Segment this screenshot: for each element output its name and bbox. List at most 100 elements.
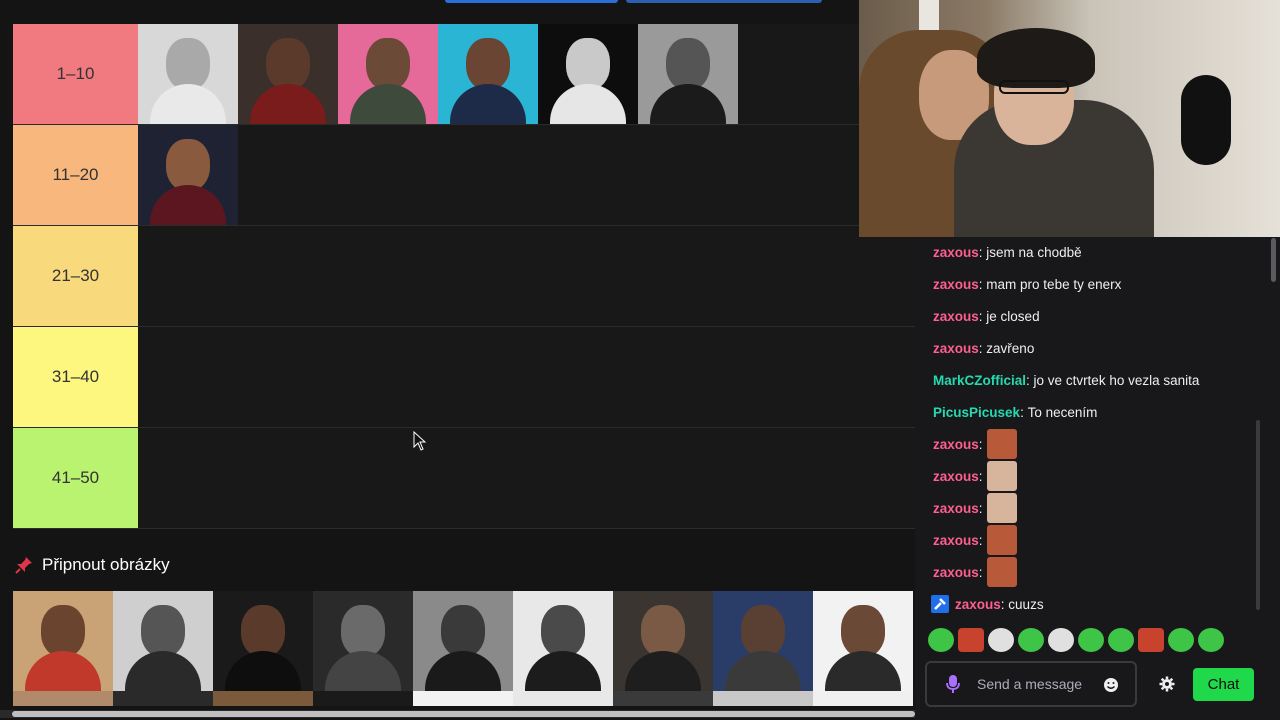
pool-portrait[interactable] <box>13 591 113 691</box>
mouse-cursor-icon <box>413 431 427 451</box>
chat-message: zaxous: cuuzs <box>931 588 1263 620</box>
chat-message: zaxous: <box>933 524 1263 556</box>
chat-username[interactable]: zaxous <box>933 469 979 484</box>
chat-message: zaxous: je closed <box>933 308 1040 324</box>
pushpin-icon <box>15 557 32 574</box>
chat-message: zaxous: zavřeno <box>933 340 1035 356</box>
pool-portrait[interactable] <box>413 691 513 706</box>
tier-label: 1–10 <box>13 24 138 124</box>
pin-images-heading: Připnout obrázky <box>14 553 170 577</box>
pool-portrait[interactable] <box>313 591 413 691</box>
emote-icon[interactable] <box>1078 628 1104 652</box>
pool-portrait[interactable] <box>713 691 813 706</box>
rapper-portrait[interactable] <box>238 24 338 124</box>
tier-row-3[interactable]: 21–30 <box>13 226 915 327</box>
chat-username[interactable]: zaxous <box>933 341 979 356</box>
chat-text: jsem na chodbě <box>986 244 1082 260</box>
chat-send-button[interactable]: Chat <box>1193 668 1254 701</box>
pool-portrait[interactable] <box>613 691 713 706</box>
rapper-portrait[interactable] <box>338 24 438 124</box>
emote-icon[interactable] <box>928 628 954 652</box>
chat-username[interactable]: zaxous <box>933 565 979 580</box>
chat-username[interactable]: MarkCZofficial <box>933 373 1026 388</box>
emote-icon <box>986 461 1017 491</box>
chat-username[interactable]: zaxous <box>933 533 979 548</box>
pool-portrait[interactable] <box>613 591 713 691</box>
chat-message: zaxous: mam pro tebe ty enerx <box>933 276 1122 292</box>
chat-text: zavřeno <box>986 340 1035 356</box>
chat-text: jo ve ctvrtek ho vezla sanita <box>1033 372 1200 388</box>
chat-username[interactable]: zaxous <box>933 501 979 516</box>
rapper-portrait[interactable] <box>138 125 238 225</box>
chat-text: je closed <box>986 308 1040 324</box>
tier-items <box>138 24 738 124</box>
emote-icon <box>986 525 1017 555</box>
pool-portrait[interactable] <box>213 591 313 691</box>
top-button-2[interactable] <box>626 0 822 3</box>
chat-message: zaxous: <box>933 428 1263 460</box>
rapper-portrait[interactable] <box>138 24 238 124</box>
pool-portrait[interactable] <box>513 691 613 706</box>
emote-picker-icon[interactable] <box>1103 677 1119 693</box>
pool-portrait[interactable] <box>413 591 513 691</box>
emote-icon[interactable] <box>1168 628 1194 652</box>
pool-portrait[interactable] <box>813 691 913 706</box>
top-button-1[interactable] <box>445 0 618 3</box>
tier-list: 1–10 11–20 21–30 31–40 41–50 <box>13 24 915 529</box>
tier-label: 21–30 <box>13 226 138 326</box>
chat-username[interactable]: zaxous <box>933 277 979 292</box>
pool-portrait[interactable] <box>513 591 613 691</box>
tier-label: 11–20 <box>13 125 138 225</box>
chat-message-input[interactable]: Send a message <box>977 676 1087 692</box>
emote-icon[interactable] <box>1138 628 1164 652</box>
rapper-portrait[interactable] <box>438 24 538 124</box>
emote-icon[interactable] <box>1018 628 1044 652</box>
tier-row-4[interactable]: 31–40 <box>13 327 915 428</box>
chat-username[interactable]: zaxous <box>933 437 979 452</box>
image-pool <box>13 591 915 706</box>
pool-portrait[interactable] <box>213 691 313 706</box>
tier-row-2[interactable]: 11–20 <box>13 125 915 226</box>
chat-username[interactable]: zaxous <box>933 245 979 260</box>
emote-icon[interactable] <box>1048 628 1074 652</box>
pool-portrait[interactable] <box>813 591 913 691</box>
emote-icon <box>986 429 1017 459</box>
chat-text: To necením <box>1027 404 1098 420</box>
emote-icon[interactable] <box>1198 628 1224 652</box>
emote-icon <box>986 493 1017 523</box>
microphone-icon[interactable] <box>945 674 961 694</box>
chat-messages: zaxous: jsem na chodbě zaxous: mam pro t… <box>931 236 1263 620</box>
pool-portrait[interactable] <box>713 591 813 691</box>
rapper-portrait[interactable] <box>538 24 638 124</box>
chat-message: MarkCZofficial: jo ve ctvrtek ho vezla s… <box>933 372 1200 388</box>
emote-icon[interactable] <box>958 628 984 652</box>
pool-portrait[interactable] <box>13 691 113 706</box>
tier-row-5[interactable]: 41–50 <box>13 428 915 529</box>
webcam-overlay <box>859 0 1280 237</box>
chat-username[interactable]: PicusPicusek <box>933 405 1020 420</box>
horizontal-scroll-thumb[interactable] <box>12 711 915 717</box>
tier-label: 31–40 <box>13 327 138 427</box>
emote-icon[interactable] <box>1108 628 1134 652</box>
tier-items <box>138 125 238 225</box>
emote-icon[interactable] <box>988 628 1014 652</box>
tier-label: 41–50 <box>13 428 138 528</box>
tier-row-1[interactable]: 1–10 <box>13 24 915 125</box>
pin-images-title: Připnout obrázky <box>42 555 170 574</box>
pool-portrait[interactable] <box>313 691 413 706</box>
pool-portrait[interactable] <box>113 691 213 706</box>
chat-scroll-thumb[interactable] <box>1271 238 1276 282</box>
rapper-portrait[interactable] <box>638 24 738 124</box>
chat-text: mam pro tebe ty enerx <box>986 276 1122 292</box>
pool-portrait[interactable] <box>113 591 213 691</box>
chat-input-box[interactable]: Send a message <box>925 661 1137 707</box>
chat-text: cuuzs <box>1008 596 1044 612</box>
chat-message: zaxous: <box>933 556 1263 588</box>
chat-username[interactable]: zaxous <box>955 597 1001 612</box>
chat-settings-gear-icon[interactable] <box>1159 676 1175 692</box>
chat-message: PicusPicusek: To necením <box>933 404 1098 420</box>
image-pool-row-2 <box>13 691 915 706</box>
emote-icon <box>986 557 1017 587</box>
chat-message: zaxous: jsem na chodbě <box>933 244 1082 260</box>
chat-username[interactable]: zaxous <box>933 309 979 324</box>
